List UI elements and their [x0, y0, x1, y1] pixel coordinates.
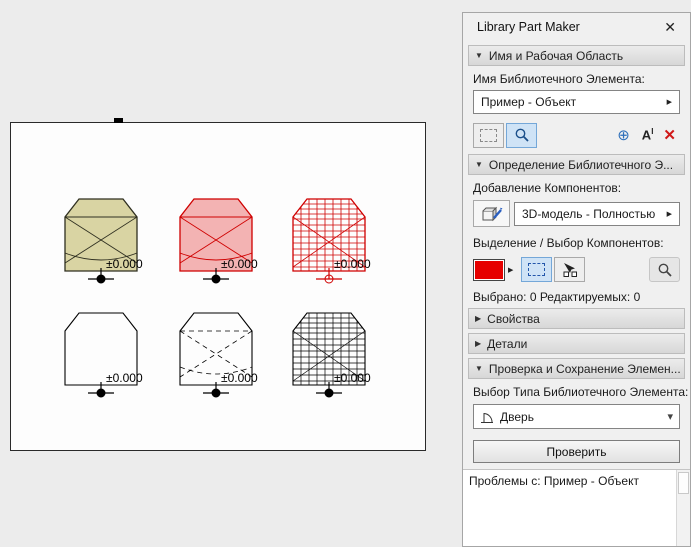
component-mode-row: 3D-модель - Полностью ▶	[473, 200, 680, 227]
element-name-value: Пример - Объект	[481, 95, 576, 109]
flyout-arrow-icon: ▶	[667, 210, 672, 218]
element-type-value: Дверь	[500, 410, 534, 424]
flyout-arrow-icon[interactable]: ▶	[508, 266, 513, 274]
delete-icon[interactable]: ✕	[663, 126, 676, 144]
marquee-icon	[528, 263, 545, 276]
section-title: Имя и Рабочая Область	[489, 49, 623, 63]
element-type-select[interactable]: Дверь ▾	[473, 404, 680, 429]
component-3d-icon	[481, 205, 503, 223]
library-part-maker-panel: Library Part Maker ✕ ▼ Имя и Рабочая Обл…	[462, 12, 691, 547]
add-components-label: Добавление Компонентов:	[473, 181, 680, 195]
figure-olive-filled[interactable]: ±0.000	[51, 193, 161, 303]
arrow-nodes-icon	[562, 262, 578, 278]
figure-outline-simple[interactable]: ±0.000	[51, 307, 161, 417]
panel-title: Library Part Maker	[477, 20, 662, 34]
scrollbar-thumb[interactable]	[678, 472, 689, 494]
chevron-collapsed-icon: ▶	[475, 314, 481, 323]
section-header-properties[interactable]: ▶ Свойства	[468, 308, 685, 329]
section-title: Определение Библиотечного Э...	[489, 158, 673, 172]
section-header-details[interactable]: ▶ Детали	[468, 333, 685, 354]
flyout-arrow-icon: ▶	[667, 98, 672, 106]
origin-tick	[114, 118, 123, 123]
component-mode-value: 3D-модель - Полностью	[522, 207, 655, 221]
element-type-label: Выбор Типа Библиотечного Элемента:	[473, 385, 680, 399]
selection-status: Выбрано: 0 Редактируемых: 0	[473, 290, 680, 304]
elevation-label: ±0.000	[334, 257, 371, 271]
element-name-dropdown[interactable]: Пример - Объект ▶	[473, 90, 680, 114]
elevation-label: ±0.000	[106, 257, 143, 271]
problems-text: Проблемы с: Пример - Объект	[469, 474, 639, 488]
chevron-expanded-icon: ▼	[475, 51, 483, 60]
figure-red-filled[interactable]: ±0.000	[166, 193, 276, 303]
elevation-label: ±0.000	[221, 257, 258, 271]
section-title: Проверка и Сохранение Элемен...	[489, 362, 681, 376]
element-name-label: Имя Библиотечного Элемента:	[473, 72, 680, 86]
zoom-workspace-button[interactable]	[506, 123, 537, 148]
elevation-label: ±0.000	[221, 371, 258, 385]
chevron-expanded-icon: ▼	[475, 364, 483, 373]
vertical-scrollbar[interactable]	[676, 470, 690, 546]
workspace-frame-button[interactable]	[473, 123, 504, 148]
elevation-label: ±0.000	[106, 371, 143, 385]
magnifier-icon	[657, 262, 673, 278]
section-header-name-area[interactable]: ▼ Имя и Рабочая Область	[468, 45, 685, 66]
section-title: Свойства	[487, 312, 540, 326]
chevron-collapsed-icon: ▶	[475, 339, 481, 348]
rename-icon[interactable]: AI	[642, 127, 654, 142]
selection-label: Выделение / Выбор Компонентов:	[473, 236, 680, 250]
problems-list[interactable]: Проблемы с: Пример - Объект	[463, 469, 690, 546]
chevron-expanded-icon: ▼	[475, 160, 483, 169]
figure-outline-wireframe[interactable]: ±0.000	[279, 307, 389, 417]
drawing-canvas[interactable]: ±0.000 ±0.000 ±0.000 ±0.000 ±0.	[10, 122, 426, 451]
node-select-button[interactable]	[554, 257, 585, 282]
workspace-toolbar: ⊕ AI ✕	[473, 122, 680, 148]
highlight-color-swatch[interactable]	[473, 259, 505, 281]
section-header-check-save[interactable]: ▼ Проверка и Сохранение Элемен...	[468, 358, 685, 379]
check-button[interactable]: Проверить	[473, 440, 680, 463]
figure-outline-dashed[interactable]: ±0.000	[166, 307, 276, 417]
elevation-label: ±0.000	[334, 371, 371, 385]
marquee-select-button[interactable]	[521, 257, 552, 282]
selection-toolbar: ▶	[473, 257, 680, 282]
section-header-definition[interactable]: ▼ Определение Библиотечного Э...	[468, 154, 685, 175]
panel-titlebar: Library Part Maker ✕	[463, 13, 690, 41]
magnifier-icon	[514, 127, 530, 143]
door-icon	[480, 410, 494, 424]
section-title: Детали	[487, 337, 527, 351]
chevron-down-icon: ▾	[667, 410, 673, 423]
close-icon[interactable]: ✕	[662, 19, 678, 36]
component-mode-dropdown[interactable]: 3D-модель - Полностью ▶	[514, 202, 680, 226]
component-type-button[interactable]	[473, 200, 510, 227]
figure-red-wireframe[interactable]: ±0.000	[279, 193, 389, 303]
dashed-rect-icon	[480, 129, 497, 142]
zoom-selection-button[interactable]	[649, 257, 680, 282]
add-icon[interactable]: ⊕	[617, 126, 630, 144]
